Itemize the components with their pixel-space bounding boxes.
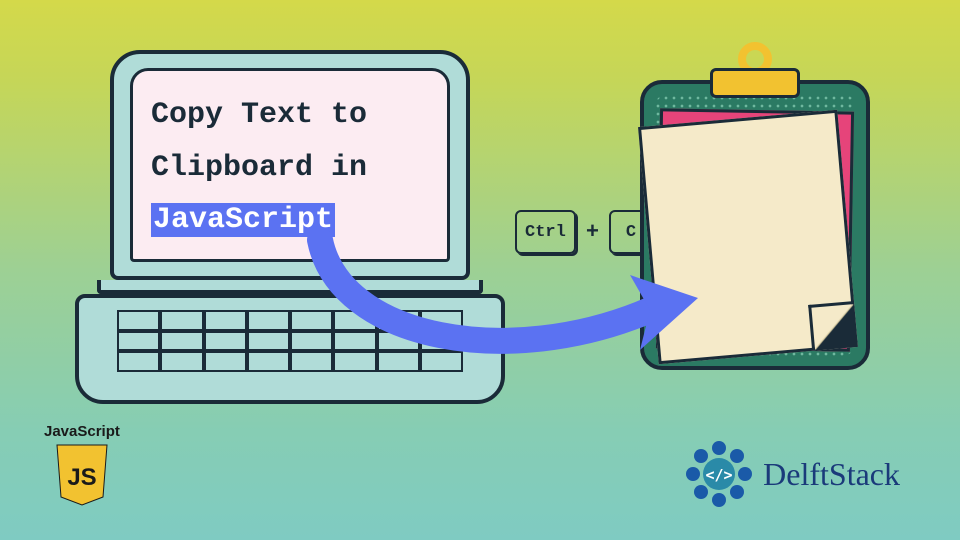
keyboard-key	[333, 331, 376, 352]
keyboard-key	[290, 331, 333, 352]
keyboard-key	[160, 310, 203, 331]
keyboard-key	[247, 331, 290, 352]
keyboard-shortcut: Ctrl + C	[515, 210, 653, 254]
clip-bar	[710, 68, 800, 98]
clipboard-paper-front	[638, 110, 858, 365]
delftstack-mark-icon: </>	[683, 438, 755, 510]
keyboard-key	[117, 310, 160, 331]
clipboard-clip	[710, 50, 800, 102]
keyboard-key	[204, 331, 247, 352]
delftstack-name: DelftStack	[763, 456, 900, 493]
keyboard-key	[377, 351, 420, 372]
javascript-label: JavaScript	[44, 423, 120, 440]
keyboard-key	[247, 351, 290, 372]
screen-text: Copy Text to Clipboard in JavaScript	[151, 89, 429, 247]
laptop-keyboard	[117, 310, 463, 372]
screen-line-1: Copy Text to	[151, 98, 367, 132]
laptop-screen: Copy Text to Clipboard in JavaScript	[130, 68, 450, 262]
keyboard-key	[160, 331, 203, 352]
ctrl-key: Ctrl	[515, 210, 576, 254]
laptop-base	[75, 294, 505, 404]
keyboard-key	[160, 351, 203, 372]
keyboard-key	[420, 351, 463, 372]
keyboard-key	[290, 351, 333, 372]
keyboard-key	[420, 310, 463, 331]
keyboard-key	[377, 310, 420, 331]
laptop-screen-bezel: Copy Text to Clipboard in JavaScript	[110, 50, 470, 280]
keyboard-key	[290, 310, 333, 331]
keyboard-key	[204, 310, 247, 331]
laptop-illustration: Copy Text to Clipboard in JavaScript	[95, 50, 485, 404]
keyboard-key	[117, 351, 160, 372]
delftstack-logo: </> DelftStack	[683, 438, 900, 510]
js-glyph: JS	[67, 464, 96, 491]
keyboard-key	[377, 331, 420, 352]
plus-sign: +	[586, 220, 599, 245]
keyboard-key	[333, 310, 376, 331]
clipboard-illustration	[640, 50, 870, 370]
svg-text:</>: </>	[706, 466, 733, 484]
laptop-hinge	[97, 280, 483, 294]
javascript-logo: JavaScript JS	[44, 423, 120, 512]
screen-line-2: Clipboard in	[151, 151, 367, 185]
keyboard-key	[247, 310, 290, 331]
keyboard-key	[204, 351, 247, 372]
keyboard-key	[117, 331, 160, 352]
keyboard-key	[333, 351, 376, 372]
javascript-shield-icon: JS	[53, 443, 111, 507]
screen-highlighted-word: JavaScript	[151, 203, 335, 237]
keyboard-key	[420, 331, 463, 352]
